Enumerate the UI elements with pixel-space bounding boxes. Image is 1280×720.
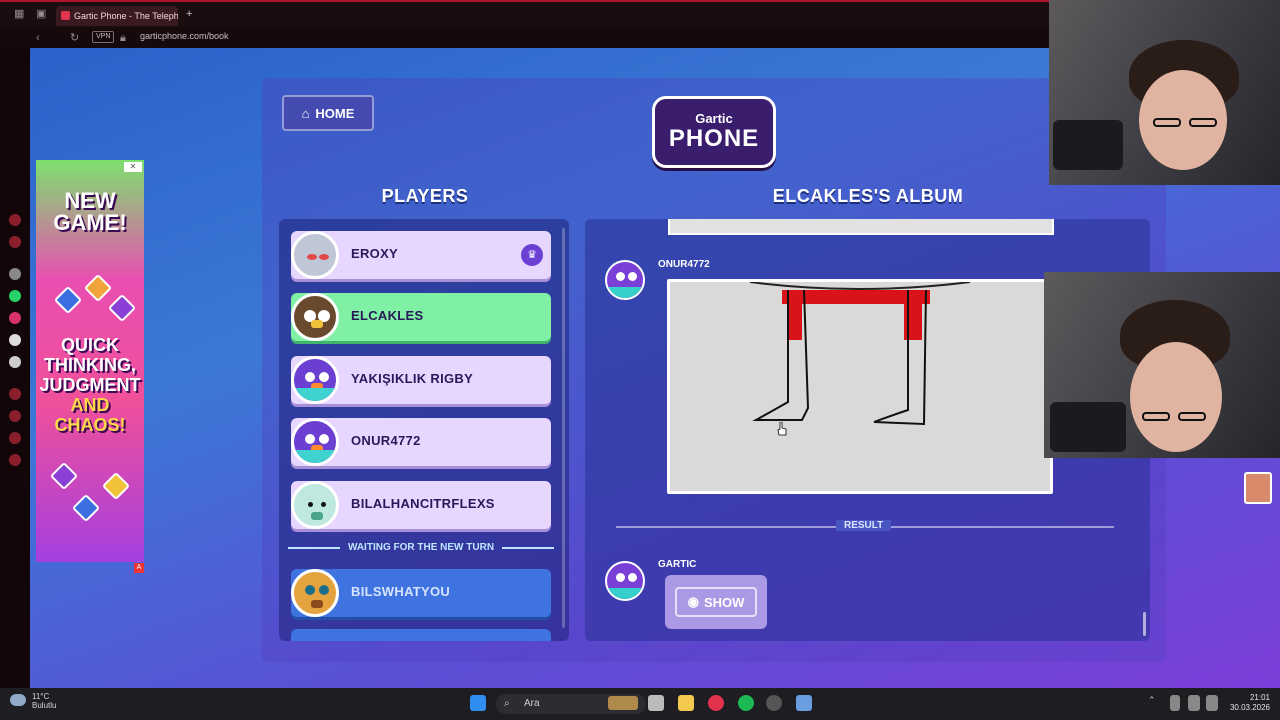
vpn-badge[interactable]: VPN	[92, 31, 115, 43]
messenger-icon[interactable]	[9, 214, 21, 226]
new-tab-button[interactable]: +	[186, 4, 192, 24]
show-label: SHOW	[703, 594, 745, 610]
webcam-overlay-bottom	[1044, 272, 1280, 458]
knight-avatar-icon	[291, 231, 339, 279]
back-icon[interactable]: ‹	[36, 28, 40, 48]
network-icon[interactable]	[1188, 695, 1200, 711]
player-name: ONUR4772	[351, 433, 421, 448]
player-card[interactable]: YAKIŞIKLIK RIGBY	[291, 356, 551, 404]
waiting-player-card[interactable]: BILSWHATYOU	[291, 569, 551, 617]
windows-start-icon[interactable]	[470, 695, 486, 711]
x-icon[interactable]	[9, 356, 21, 368]
opera-icon[interactable]	[708, 695, 724, 711]
waiting-divider: WAITING FOR THE NEW TURN	[288, 542, 555, 553]
album-heading: ELCAKLES'S ALBUM	[772, 186, 964, 206]
drawing-canvas	[667, 279, 1053, 494]
player-name: BILALHANCITRFLEXS	[351, 496, 495, 511]
result-label: RESULT	[836, 520, 892, 531]
drawing-author: ONUR4772	[658, 259, 710, 270]
spotify-icon[interactable]	[738, 695, 754, 711]
gem-icon	[83, 273, 113, 303]
gem-icon	[49, 461, 79, 491]
player-card-current[interactable]: ELCAKLES	[291, 293, 551, 341]
mic-icon[interactable]	[1170, 695, 1180, 711]
show-button[interactable]: ◉ SHOW	[665, 575, 767, 629]
star-gem-icon	[101, 471, 131, 501]
clock-icon[interactable]	[9, 410, 21, 422]
whatsapp-icon[interactable]	[9, 290, 21, 302]
news-widget-icon[interactable]	[608, 696, 638, 710]
gartic-phone-logo: Gartic PHONE	[652, 96, 776, 168]
app-menu-icon[interactable]: ▦	[14, 4, 24, 24]
player-card[interactable]: EROXY ♛	[291, 231, 551, 279]
owl-avatar-icon	[291, 293, 339, 341]
tab-overview-icon[interactable]: ▣	[36, 4, 46, 24]
gartic-favicon-icon	[61, 11, 70, 20]
waiting-label: WAITING FOR THE NEW TURN	[347, 542, 495, 553]
folder-icon[interactable]	[678, 695, 694, 711]
bird-avatar-icon	[605, 561, 645, 601]
settings-app-icon[interactable]	[796, 695, 812, 711]
cloud-icon	[10, 694, 26, 706]
ad-close-button[interactable]: ✕	[124, 162, 142, 172]
chevron-up-icon[interactable]: ⌃	[1148, 695, 1158, 711]
file-icon[interactable]	[648, 695, 664, 711]
browser-sidebar	[0, 48, 30, 688]
crown-icon: ♛	[521, 244, 543, 266]
reload-icon[interactable]: ↻	[70, 28, 79, 48]
steam-icon[interactable]	[766, 695, 782, 711]
bird-avatar-icon	[291, 356, 339, 404]
instagram-icon[interactable]	[9, 312, 21, 324]
bird-avatar-icon	[291, 418, 339, 466]
gem-icon	[71, 493, 101, 523]
home-icon: ⌂	[301, 105, 310, 121]
waiting-player-card[interactable]	[291, 629, 551, 641]
system-clock[interactable]: 21:01 30.03.2026	[1220, 693, 1270, 713]
result-author: GARTIC	[658, 559, 697, 570]
drawing-legs-icon	[749, 281, 971, 426]
players-scrollbar[interactable]	[562, 228, 565, 628]
lock-icon: 🔒︎	[120, 32, 126, 44]
album-scrollbar[interactable]	[1143, 612, 1146, 636]
mask-avatar-icon	[291, 569, 339, 617]
character-avatar-icon	[1244, 472, 1272, 504]
player-card[interactable]: BILALHANCITRFLEXS	[291, 481, 551, 529]
ghost-avatar-icon	[291, 481, 339, 529]
home-button[interactable]: ⌂ HOME	[282, 95, 374, 131]
players-heading: PLAYERS	[381, 186, 469, 206]
tab-title: Gartic Phone - The Teleph	[74, 11, 178, 21]
previous-drawing	[668, 219, 1054, 235]
history-icon[interactable]	[9, 388, 21, 400]
eye-icon: ◉	[687, 594, 699, 609]
bird-avatar-icon	[605, 260, 645, 300]
sidebar-app-icon[interactable]	[9, 236, 21, 248]
browser-tab[interactable]: Gartic Phone - The Teleph	[56, 6, 178, 26]
settings-icon[interactable]	[9, 268, 21, 280]
weather-widget[interactable]: 11°C Bulutlu	[10, 692, 56, 710]
mouse-cursor-icon	[777, 422, 787, 436]
tiktok-icon[interactable]	[9, 334, 21, 346]
search-icon: ⌕	[504, 698, 510, 709]
url-field[interactable]: garticphone.com/book	[140, 31, 229, 41]
package-icon[interactable]	[9, 432, 21, 444]
player-name: ELCAKLES	[351, 308, 424, 323]
volume-icon[interactable]	[1206, 695, 1218, 711]
gem-icon	[107, 293, 137, 323]
player-card[interactable]: ONUR4772	[291, 418, 551, 466]
advertisement-banner[interactable]: NEW GAME! QUICK THINKING, JUDGMENT AND C…	[36, 160, 144, 562]
player-name: EROXY	[351, 246, 399, 261]
players-list: EROXY ♛ ELCAKLES YAKIŞIKLIK RIGBY ONUR47…	[279, 219, 569, 641]
player-name: YAKIŞIKLIK RIGBY	[351, 371, 474, 386]
player-name: BILSWHATYOU	[351, 584, 451, 599]
home-label: HOME	[315, 105, 355, 121]
ad-badge[interactable]: A	[134, 563, 144, 573]
sidebar-settings-icon[interactable]	[9, 454, 21, 466]
gem-icon	[53, 285, 83, 315]
webcam-overlay-top	[1049, 0, 1280, 185]
